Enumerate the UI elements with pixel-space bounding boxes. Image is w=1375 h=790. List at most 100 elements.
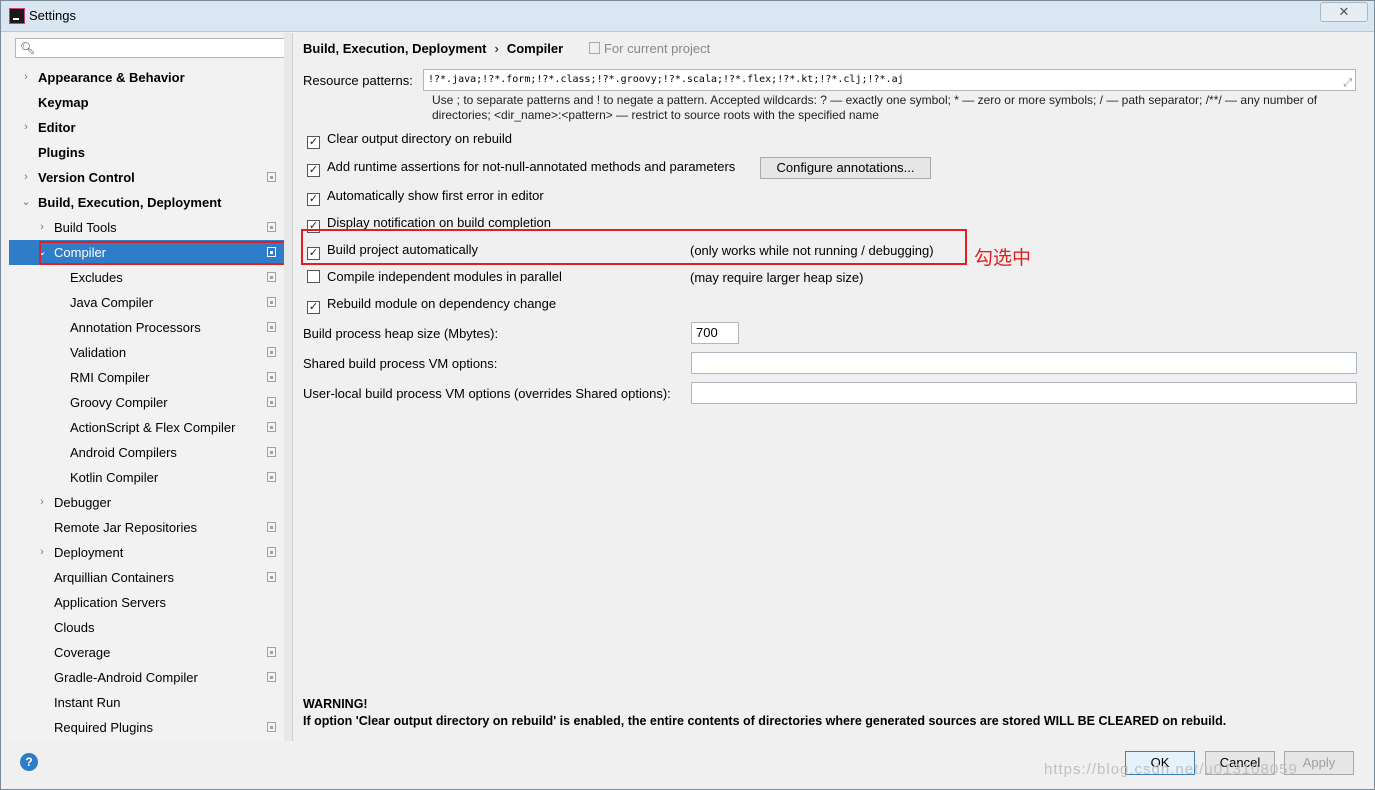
sidebar-item-application-servers[interactable]: Application Servers	[9, 590, 284, 615]
sidebar-item-label: Validation	[70, 345, 127, 360]
resource-patterns-input[interactable]: !?*.java;!?*.form;!?*.class;!?*.groovy;!…	[423, 69, 1356, 91]
sidebar-item-label: Remote Jar Repositories	[54, 520, 198, 535]
dialog-footer: ? OK Cancel Apply https://blog.csdn.net/…	[1, 741, 1374, 789]
sidebar-item-label: Debugger	[54, 495, 112, 510]
sidebar-item-clouds[interactable]: Clouds	[9, 615, 284, 640]
project-level-icon	[267, 472, 276, 482]
chevron-right-icon[interactable]: ›	[37, 490, 47, 515]
sidebar-item-label: Build Tools	[54, 220, 117, 235]
compile-parallel-option[interactable]: Compile independent modules in parallel	[307, 267, 562, 287]
sidebar-item-label: Version Control	[38, 170, 135, 185]
sidebar-item-actionscript-flex-compiler[interactable]: ActionScript & Flex Compiler	[9, 415, 284, 440]
runtime-assertions-checkbox[interactable]	[307, 164, 320, 177]
expand-icon[interactable]: ⤢	[1343, 73, 1352, 93]
sidebar-item-validation[interactable]: Validation	[9, 340, 284, 365]
user-vm-input[interactable]	[691, 382, 1357, 404]
resource-patterns-value: !?*.java;!?*.form;!?*.class;!?*.groovy;!…	[428, 74, 904, 85]
chevron-right-icon[interactable]: ›	[37, 215, 47, 240]
compiler-highlight-box	[39, 241, 292, 265]
sidebar-item-required-plugins[interactable]: Required Plugins	[9, 715, 284, 740]
sidebar-item-instant-run[interactable]: Instant Run	[9, 690, 284, 715]
chevron-right-icon[interactable]: ›	[37, 540, 47, 565]
clear-output-label: Clear output directory on rebuild	[327, 131, 512, 146]
project-level-icon	[267, 647, 276, 657]
sidebar-item-version-control[interactable]: › Version Control	[9, 165, 284, 190]
sidebar-item-label: Groovy Compiler	[70, 395, 168, 410]
sidebar-item-build-execution-deployment[interactable]: ⌄ Build, Execution, Deployment	[9, 190, 284, 215]
project-level-icon	[267, 222, 276, 232]
rebuild-module-checkbox[interactable]	[307, 301, 320, 314]
breadcrumb-current: Compiler	[506, 41, 564, 56]
sidebar-item-build-tools[interactable]: › Build Tools	[9, 215, 284, 240]
sidebar-item-appearance-behavior[interactable]: › Appearance & Behavior	[9, 65, 284, 90]
sidebar-item-debugger[interactable]: › Debugger	[9, 490, 284, 515]
help-icon[interactable]: ?	[20, 753, 38, 771]
sidebar-item-label: Application Servers	[54, 595, 166, 610]
hint-line-1: Use ; to separate patterns and ! to nega…	[432, 93, 1318, 107]
sidebar-item-label: Editor	[38, 120, 76, 135]
for-current-project: For current project	[589, 41, 710, 56]
chevron-right-icon[interactable]: ›	[21, 115, 31, 140]
sidebar-item-label: Coverage	[54, 645, 111, 660]
breadcrumb: Build, Execution, Deployment › Compiler	[303, 41, 563, 56]
compile-parallel-checkbox[interactable]	[307, 270, 320, 283]
chevron-right-icon[interactable]: ›	[21, 65, 31, 90]
project-level-icon	[267, 547, 276, 557]
rebuild-module-label: Rebuild module on dependency change	[327, 296, 557, 311]
heap-size-input[interactable]: 700	[691, 322, 739, 344]
sidebar-item-label: Excludes	[70, 270, 123, 285]
search-input[interactable]: 🔍︎	[15, 38, 285, 58]
show-first-error-checkbox[interactable]	[307, 193, 320, 206]
rebuild-module-option[interactable]: Rebuild module on dependency change	[307, 294, 556, 314]
sidebar-item-label: Instant Run	[54, 695, 121, 710]
for-current-project-label: For current project	[604, 41, 711, 56]
annotation-text: 勾选中	[974, 248, 1032, 269]
resource-patterns-label: Resource patterns:	[303, 73, 413, 88]
watermark: https://blog.csdn.net/u013108059	[1044, 761, 1298, 778]
project-level-icon	[267, 172, 276, 182]
shared-vm-input[interactable]	[691, 352, 1357, 374]
sidebar-item-label: Java Compiler	[70, 295, 154, 310]
sidebar-item-label: Arquillian Containers	[54, 570, 174, 585]
sidebar-item-gradle-android-compiler[interactable]: Gradle-Android Compiler	[9, 665, 284, 690]
sidebar-item-plugins[interactable]: Plugins	[9, 140, 284, 165]
display-notification-label: Display notification on build completion	[327, 215, 552, 230]
project-level-icon	[267, 322, 276, 332]
sidebar-item-android-compilers[interactable]: Android Compilers	[9, 440, 284, 465]
sidebar-item-label: Build, Execution, Deployment	[38, 195, 222, 210]
sidebar-item-editor[interactable]: › Editor	[9, 115, 284, 140]
sidebar-item-label: Keymap	[38, 95, 89, 110]
settings-sidebar: 🔍︎ › Appearance & Behavior Keymap › Editor Pl…	[9, 33, 293, 741]
project-level-icon	[267, 572, 276, 582]
sidebar-item-keymap[interactable]: Keymap	[9, 90, 284, 115]
sidebar-item-java-compiler[interactable]: Java Compiler	[9, 290, 284, 315]
sidebar-item-coverage[interactable]: Coverage	[9, 640, 284, 665]
breadcrumb-parent[interactable]: Build, Execution, Deployment	[303, 41, 486, 56]
clear-output-checkbox[interactable]	[307, 136, 320, 149]
sidebar-item-rmi-compiler[interactable]: RMI Compiler	[9, 365, 284, 390]
breadcrumb-separator: ›	[494, 41, 499, 56]
configure-annotations-button[interactable]: Configure annotations...	[760, 157, 931, 179]
sidebar-item-arquillian-containers[interactable]: Arquillian Containers	[9, 565, 284, 590]
sidebar-item-label: RMI Compiler	[70, 370, 150, 385]
runtime-assertions-option[interactable]: Add runtime assertions for not-null-anno…	[307, 157, 735, 177]
sidebar-item-label: Annotation Processors	[70, 320, 201, 335]
sidebar-item-kotlin-compiler[interactable]: Kotlin Compiler	[9, 465, 284, 490]
chevron-down-icon[interactable]: ⌄	[21, 190, 31, 215]
sidebar-item-annotation-processors[interactable]: Annotation Processors	[9, 315, 284, 340]
close-button[interactable]: ✕	[1320, 2, 1368, 22]
clear-output-option[interactable]: Clear output directory on rebuild	[307, 129, 512, 149]
sidebar-item-remote-jar-repositories[interactable]: Remote Jar Repositories	[9, 515, 284, 540]
sidebar-item-label: Android Compilers	[70, 445, 177, 460]
chevron-right-icon[interactable]: ›	[21, 165, 31, 190]
sidebar-scrollbar[interactable]	[284, 33, 292, 741]
show-first-error-option[interactable]: Automatically show first error in editor	[307, 186, 544, 206]
project-level-icon	[267, 422, 276, 432]
intellij-app-icon	[9, 8, 25, 24]
sidebar-item-deployment[interactable]: › Deployment	[9, 540, 284, 565]
build-automatically-highlight-box	[301, 229, 967, 265]
sidebar-item-excludes[interactable]: Excludes	[9, 265, 284, 290]
warning-block: WARNING! If option 'Clear output directo…	[303, 696, 1226, 730]
sidebar-item-groovy-compiler[interactable]: Groovy Compiler	[9, 390, 284, 415]
search-icon: 🔍︎	[20, 41, 36, 55]
